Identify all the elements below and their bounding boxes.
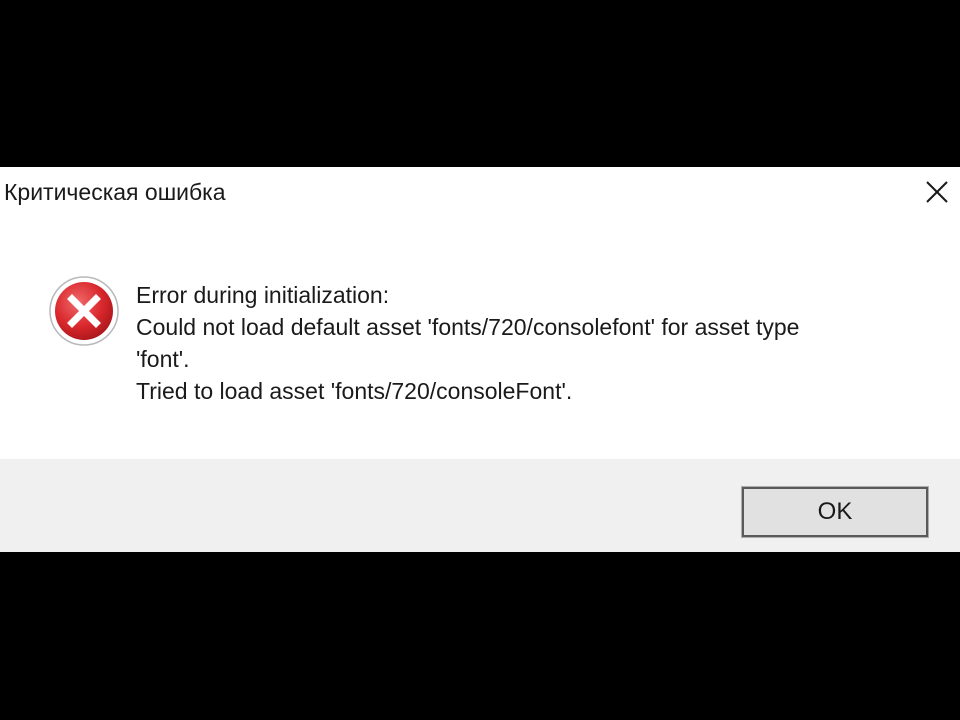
- error-message: Error during initialization: Could not l…: [136, 279, 799, 407]
- close-button[interactable]: [914, 167, 960, 217]
- button-bar: OK: [0, 459, 960, 552]
- message-line: Could not load default asset 'fonts/720/…: [136, 314, 800, 340]
- error-icon: [49, 276, 119, 346]
- error-dialog: Критическая ошибка Error during initiali…: [0, 167, 960, 552]
- close-icon: [926, 181, 948, 203]
- dialog-content: Error during initialization: Could not l…: [0, 217, 960, 459]
- message-line: Tried to load asset 'fonts/720/consoleFo…: [136, 378, 573, 404]
- message-line: Error during initialization:: [136, 282, 390, 308]
- window-title: Критическая ошибка: [4, 179, 226, 205]
- ok-button[interactable]: OK: [741, 486, 929, 538]
- message-line: 'font'.: [136, 346, 190, 372]
- title-bar[interactable]: Критическая ошибка: [0, 167, 960, 217]
